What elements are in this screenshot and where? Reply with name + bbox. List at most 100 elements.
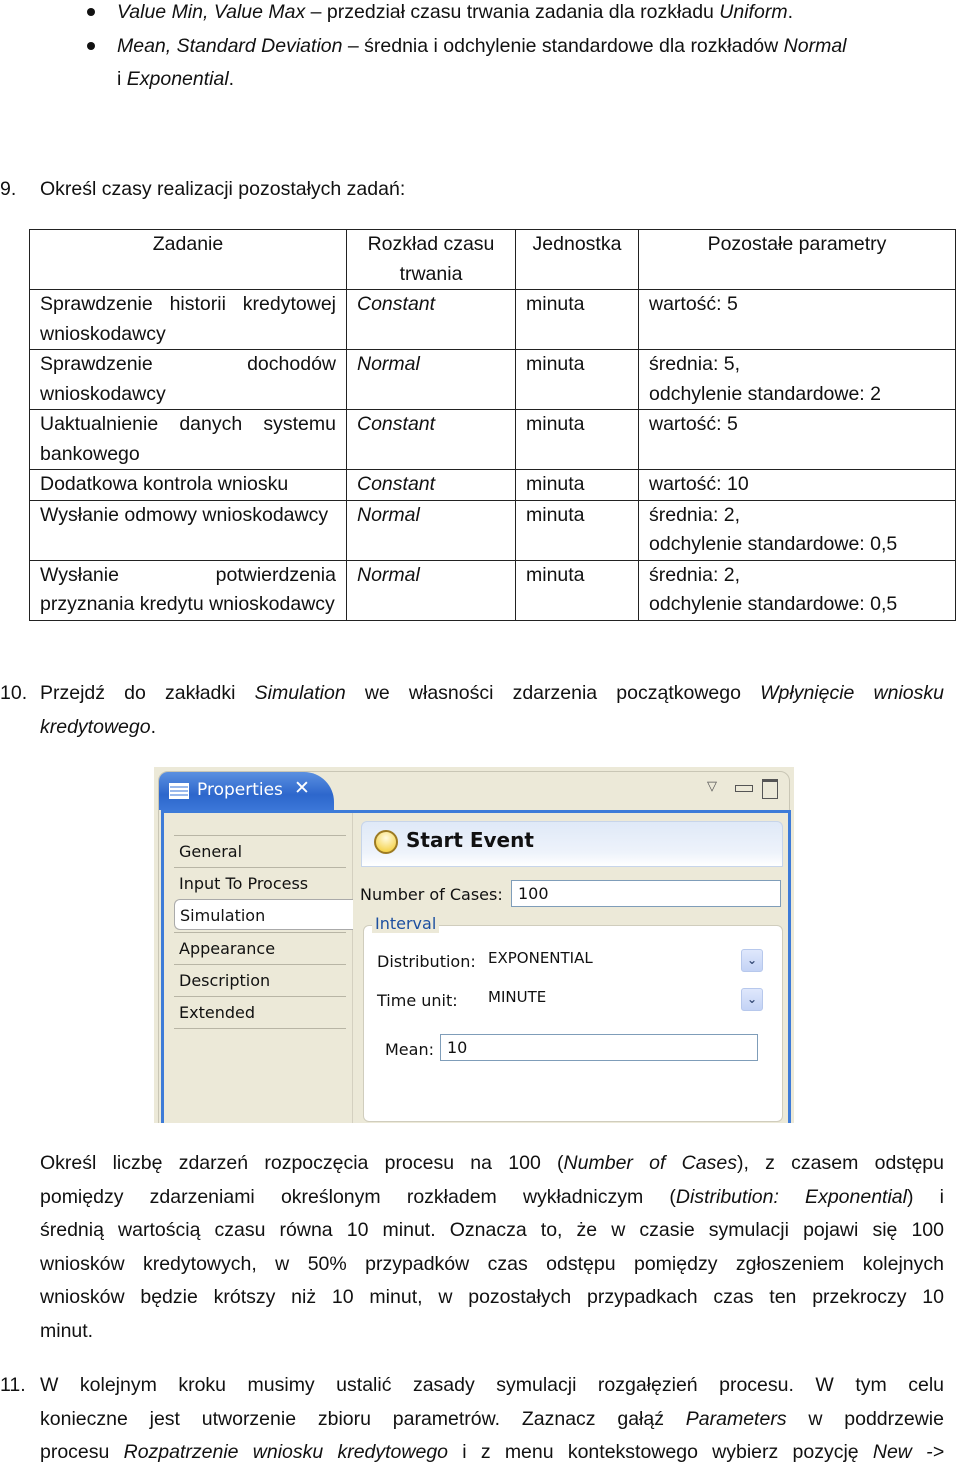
param-line: odchylenie standardowe: 0,5 — [649, 533, 898, 555]
header-params: Pozostałe parametry — [638, 229, 956, 290]
interval-group: Interval Distribution: EXPONENTIAL ⌄ Tim… — [363, 914, 783, 1122]
distribution-cell: Constant — [346, 409, 516, 470]
param-line: odchylenie standardowe: 0,5 — [649, 593, 898, 615]
table-header-row: Zadanie Rozkład czasu trwania Jednostka … — [29, 229, 956, 290]
minimize-icon[interactable] — [735, 785, 753, 792]
text-run-italic: New -> — [872, 1441, 944, 1463]
text-run: Przejdź do zakładki — [40, 682, 255, 704]
params-cell: wartość: 5 — [638, 409, 956, 470]
text-run: pomiędzy zdarzeniami określonym rozkłade… — [40, 1185, 676, 1208]
simulation-section: Start Event Number of Cases: 100 Interva… — [353, 813, 788, 1123]
step-text: Przejdź do zakładki Simulation we własno… — [40, 677, 944, 710]
unit-cell: minuta — [515, 349, 639, 410]
header-unit: Jednostka — [515, 229, 639, 290]
table-row: Wysłanie odmowy wnioskodawcy Normal minuta… — [29, 499, 956, 561]
section-header: Start Event — [361, 821, 783, 867]
properties-view: Properties ✕ ▽ General Input To Process … — [158, 771, 791, 1123]
text-run: . — [150, 716, 156, 738]
properties-tab[interactable]: Properties ✕ — [159, 772, 334, 810]
bullet-text: i — [117, 68, 127, 90]
distribution-cell: Normal — [346, 349, 516, 410]
interval-group-title: Interval — [372, 914, 440, 933]
sidebar-divider — [174, 1028, 346, 1029]
sidebar-item-extended[interactable]: Extended — [174, 996, 346, 1027]
task-name-cell: Uaktualnienie danych systemu bankowego — [29, 409, 347, 470]
view-menu-icon[interactable]: ▽ — [707, 779, 717, 794]
text-run-italic: Distribution: Exponential — [675, 1185, 907, 1208]
distribution-select[interactable]: EXPONENTIAL — [488, 949, 593, 967]
bullet-text: – średnia i odchylenie standardowe dla r… — [342, 35, 784, 57]
sidebar-item-general[interactable]: General — [174, 835, 346, 866]
paragraph-line: wniosków będzie krótszy niż 10 minut, w … — [40, 1281, 944, 1314]
distribution-chevron-down-icon[interactable]: ⌄ — [741, 949, 763, 972]
text-run-italic: Parameters — [685, 1407, 787, 1430]
step-number: 9. — [0, 178, 17, 200]
param-line: wartość: 5 — [649, 293, 738, 315]
time-unit-chevron-down-icon[interactable]: ⌄ — [741, 988, 763, 1011]
maximize-icon[interactable] — [762, 779, 778, 799]
close-icon[interactable]: ✕ — [294, 777, 310, 799]
mean-input[interactable]: 10 — [440, 1034, 758, 1061]
sidebar-item-description[interactable]: Description — [174, 964, 346, 995]
sidebar-item-input-to-process[interactable]: Input To Process — [174, 867, 346, 898]
distribution-cell: Normal — [346, 499, 516, 561]
text-run-italic: Wpłynięcie wniosku — [760, 682, 944, 704]
text-run: W kolejnym kroku musimy ustalić zasady s… — [40, 1374, 944, 1396]
step-number: 11. — [0, 1374, 26, 1396]
unit-cell: minuta — [515, 469, 639, 501]
bullet-term: Normal — [783, 35, 847, 57]
text-run-italic: kredytowego — [40, 716, 151, 738]
bullet-term: Mean, Standard Deviation — [117, 35, 343, 57]
task-name-cell: Sprawdzenie historii kredytowej wnioskod… — [29, 289, 347, 350]
section-title: Start Event — [406, 828, 534, 852]
distribution-cell: Normal — [346, 559, 516, 621]
text-run: Określ liczbę zdarzeń rozpoczęcia proces… — [40, 1152, 564, 1174]
bullet-text: . — [787, 1, 793, 23]
step-line: konieczne jest utworzenie zbioru paramet… — [40, 1403, 944, 1436]
task-times-table: Zadanie Rozkład czasu trwania Jednostka … — [29, 229, 956, 621]
text-run-italic: Number of Cases — [563, 1152, 737, 1174]
text-run: konieczne jest utworzenie zbioru paramet… — [40, 1407, 686, 1430]
distribution-cell: Constant — [346, 469, 516, 501]
text-run: wniosków będzie krótszy niż 10 minut, w … — [40, 1286, 944, 1308]
sidebar-item-simulation[interactable]: Simulation — [174, 899, 356, 930]
number-of-cases-input[interactable]: 100 — [511, 880, 781, 907]
text-run: w poddrzewie — [786, 1407, 944, 1430]
bullet-item-cont: i Exponential. — [117, 63, 234, 96]
bullet-dot — [87, 42, 95, 50]
header-task: Zadanie — [29, 229, 347, 290]
text-run-italic: Simulation — [254, 682, 346, 704]
text-run: i z menu kontekstowego wybierz pozycję — [448, 1441, 873, 1463]
paragraph-line: średnią wartością czasu równa 10 minut. … — [40, 1214, 944, 1247]
step-text-cont: kredytowego. — [40, 711, 156, 744]
time-unit-label: Time unit: — [377, 991, 458, 1010]
step-line: W kolejnym kroku musimy ustalić zasady s… — [40, 1369, 944, 1402]
time-unit-select[interactable]: MINUTE — [488, 988, 546, 1006]
text-run: ), z czasem odstępu — [736, 1152, 944, 1174]
bullet-term: Value Min, Value Max — [117, 1, 306, 23]
number-of-cases-label: Number of Cases: — [360, 885, 503, 904]
param-line: wartość: 5 — [649, 413, 738, 435]
task-name-cell: Wysłanie odmowy wnioskodawcy — [29, 499, 347, 561]
table-row: Wysłanie potwierdzenia przyznania kredyt… — [29, 559, 956, 621]
params-cell: średnia: 2, odchylenie standardowe: 0,5 — [638, 499, 956, 561]
unit-cell: minuta — [515, 409, 639, 470]
step-text: Określ czasy realizacji pozostałych zada… — [40, 178, 406, 200]
text-run: wniosków kredytowych, w 50% przypadków c… — [40, 1252, 944, 1275]
sidebar-item-appearance[interactable]: Appearance — [174, 932, 346, 963]
params-cell: średnia: 5, odchylenie standardowe: 2 — [638, 349, 956, 410]
unit-cell: minuta — [515, 499, 639, 561]
text-run: średnią wartością czasu równa 10 minut. … — [40, 1219, 944, 1241]
bullet-item: Mean, Standard Deviation – średnia i odc… — [117, 30, 945, 63]
text-run: we własności zdarzenia początkowego — [345, 682, 761, 704]
table-row: Uaktualnienie danych systemu bankowego Co… — [29, 409, 956, 470]
param-line: średnia: 2, — [649, 503, 741, 526]
paragraph-line: minut. — [40, 1315, 93, 1348]
table-row: Sprawdzenie dochodów wnioskodawcy Normal m… — [29, 349, 956, 410]
mean-label: Mean: — [385, 1040, 434, 1059]
step-line: procesu Rozpatrzenie wniosku kredytowego… — [40, 1436, 944, 1469]
bullet-item: Value Min, Value Max – przedział czasu t… — [117, 0, 793, 29]
bullet-term: Uniform — [719, 1, 788, 23]
paragraph-line: pomiędzy zdarzeniami określonym rozkłade… — [40, 1181, 944, 1214]
text-run-italic: Rozpatrzenie wniosku kredytowego — [123, 1441, 449, 1463]
